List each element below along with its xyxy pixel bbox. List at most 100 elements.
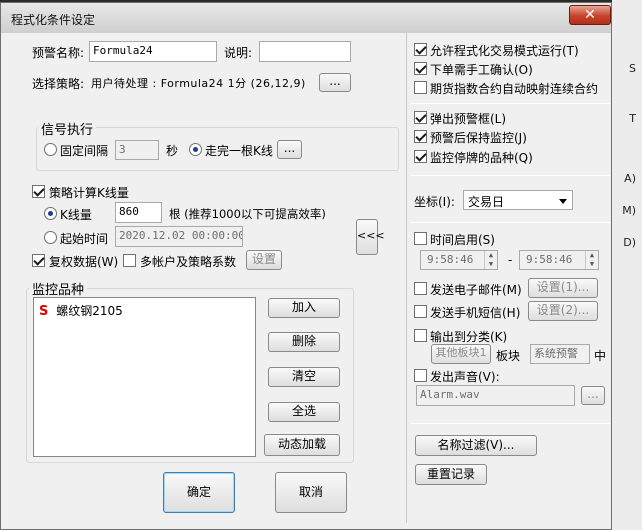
kline-count-radio[interactable] (44, 207, 57, 220)
fixed-interval-input[interactable]: 3 (115, 140, 159, 160)
window-title: 程式化条件设定 (11, 13, 96, 27)
start-time-radio[interactable] (44, 231, 57, 244)
middle-char: 中 (594, 349, 607, 363)
separator (411, 423, 611, 424)
sound-file-input[interactable]: Alarm.wav (416, 385, 575, 406)
bar-complete-button[interactable]: ... (277, 140, 302, 159)
output-category-label: 输出到分类(K) (430, 330, 508, 344)
kline-calc-checkbox[interactable] (32, 185, 45, 198)
kline-count-input[interactable]: 860 (115, 202, 162, 223)
play-sound-label: 发出声音(V): (430, 370, 500, 384)
send-email-checkbox[interactable] (414, 282, 427, 295)
spin-down-icon[interactable]: ▼ (485, 260, 497, 269)
allow-trade-checkbox[interactable] (414, 43, 427, 56)
cancel-button[interactable]: 取消 (275, 472, 347, 513)
bg-fragment: T (629, 112, 636, 125)
sms-settings-button[interactable]: 设置(2)... (528, 301, 598, 321)
block-label: 板块 (496, 349, 521, 363)
strategy-label: 选择策略: (32, 77, 85, 91)
condition-settings-dialog: 程式化条件设定 ✕ 预警名称: Formula24 说明: 选择策略: 用户待处… (0, 2, 612, 530)
restore-data-label: 复权数据(W) (49, 255, 119, 269)
separator (411, 103, 611, 104)
signal-group-title: 信号执行 (38, 119, 97, 138)
time-to-input[interactable]: 9:58:46 ▲ ▼ (519, 250, 599, 270)
restore-data-checkbox[interactable] (32, 254, 45, 267)
output-category-checkbox[interactable] (414, 329, 427, 342)
title-bar: 程式化条件设定 ✕ (1, 3, 611, 33)
axis-label: 坐标(I): (414, 195, 455, 209)
spin-up-icon[interactable]: ▲ (485, 251, 497, 260)
send-sms-checkbox[interactable] (414, 305, 427, 318)
time-dash: - (508, 253, 513, 267)
clear-button[interactable]: 清空 (268, 367, 340, 387)
seconds-unit: 秒 (166, 144, 179, 158)
kline-calc-label: 策略计算K线量 (49, 186, 129, 200)
bar-complete-radio[interactable] (189, 143, 202, 156)
monitor-list[interactable]: S 螺纹钢2105 (33, 297, 256, 457)
multi-account-settings-button[interactable]: 设置 (246, 250, 282, 270)
monitor-suspended-checkbox[interactable] (414, 150, 427, 163)
time-enable-checkbox[interactable] (414, 232, 427, 245)
send-email-label: 发送电子邮件(M) (430, 283, 522, 297)
strategy-browse-button[interactable]: ... (319, 73, 351, 92)
time-to-value: 9:58:46 (526, 253, 573, 266)
separator (411, 222, 611, 223)
system-alert-input[interactable]: 系统预警 (530, 344, 590, 364)
bg-fragment: A) (624, 172, 636, 185)
axis-select[interactable]: 交易日 (463, 190, 573, 210)
play-sound-checkbox[interactable] (414, 369, 427, 382)
bg-fragment: D) (623, 236, 636, 249)
monitor-group-title: 监控品种 (29, 279, 88, 298)
manual-confirm-label: 下单需手工确认(O) (430, 63, 533, 77)
background-app-panel: S T A) M) D) (612, 0, 642, 530)
keep-monitor-checkbox[interactable] (414, 130, 427, 143)
time-from-input[interactable]: 9:58:46 ▲ ▼ (420, 250, 498, 270)
start-time-label: 起始时间 (60, 232, 109, 246)
other-block-button[interactable]: 其他板块1 (431, 344, 491, 364)
status-marker: S (39, 304, 49, 319)
sound-browse-button[interactable]: ... (581, 386, 605, 405)
axis-select-value: 交易日 (468, 195, 505, 209)
fixed-interval-radio[interactable] (44, 143, 57, 156)
add-button[interactable]: 加入 (268, 298, 340, 318)
fixed-interval-label: 固定间隔 (60, 144, 109, 158)
bar-complete-label: 走完一根K线 (205, 144, 273, 158)
alert-name-label: 预警名称: (32, 46, 85, 60)
strategy-value: 用户待处理 : Formula24 1分 (26,12,9) (91, 77, 306, 90)
popup-alert-label: 弹出预警框(L) (430, 112, 507, 126)
time-enable-label: 时间启用(S) (430, 233, 495, 247)
futures-index-checkbox[interactable] (414, 81, 427, 94)
alert-name-input[interactable]: Formula24 (89, 41, 217, 62)
select-all-button[interactable]: 全选 (268, 402, 340, 422)
monitor-suspended-label: 监控停牌的品种(Q) (430, 151, 533, 165)
description-input[interactable] (259, 41, 351, 62)
list-item-name: 螺纹钢2105 (56, 304, 123, 318)
ok-button[interactable]: 确定 (163, 472, 235, 513)
keep-monitor-label: 预警后保持监控(J) (430, 131, 527, 145)
email-settings-button[interactable]: 设置(1)... (528, 278, 598, 298)
separator (411, 175, 611, 176)
expand-button[interactable]: <<< (356, 219, 385, 255)
start-time-input[interactable]: 2020.12.02 00:00:00 (115, 226, 243, 247)
time-from-value: 9:58:46 (427, 253, 474, 266)
list-item[interactable]: S 螺纹钢2105 (39, 302, 123, 319)
column-divider (406, 33, 407, 523)
close-icon: ✕ (584, 7, 596, 23)
spin-down-icon[interactable]: ▼ (586, 260, 598, 269)
manual-confirm-checkbox[interactable] (414, 62, 427, 75)
reset-record-button[interactable]: 重置记录 (415, 464, 487, 485)
bg-fragment: M) (622, 204, 636, 217)
dynamic-load-button[interactable]: 动态加载 (264, 434, 340, 456)
close-button[interactable]: ✕ (569, 5, 611, 25)
kline-count-hint: 根 (推荐1000以下可提高效率) (169, 207, 326, 221)
delete-button[interactable]: 删除 (268, 332, 340, 352)
name-filter-button[interactable]: 名称过滤(V)... (415, 435, 537, 456)
spin-up-icon[interactable]: ▲ (586, 251, 598, 260)
popup-alert-checkbox[interactable] (414, 111, 427, 124)
description-label: 说明: (224, 46, 253, 60)
futures-index-label: 期货指数合约自动映射连续合约 (430, 82, 599, 96)
multi-account-checkbox[interactable] (123, 254, 136, 267)
bg-fragment: S (629, 62, 636, 75)
chevron-down-icon (559, 199, 567, 204)
allow-trade-label: 允许程式化交易模式运行(T) (430, 44, 579, 58)
